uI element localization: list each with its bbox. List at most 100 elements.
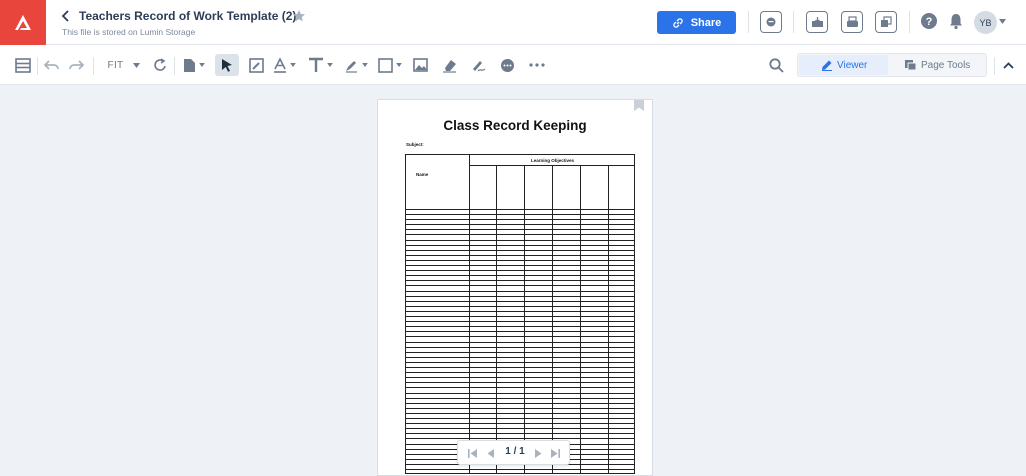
more-dots-icon (529, 63, 545, 67)
page-menu-button[interactable] (180, 55, 208, 75)
share-button[interactable]: Share (657, 11, 736, 34)
comment-icon (500, 58, 514, 72)
table-row-line (406, 214, 634, 215)
edit-pencil-icon (248, 57, 264, 73)
table-row-line (406, 469, 634, 470)
select-tool-button[interactable] (215, 54, 239, 76)
caret-down-icon (199, 63, 205, 67)
name-column-header: Name (416, 172, 429, 177)
subject-label: Subject: (406, 142, 424, 147)
save-to-cloud-button[interactable] (806, 11, 828, 33)
table-row-line (406, 280, 634, 282)
record-table: Learning Objectives Name (405, 154, 635, 474)
document-canvas[interactable]: Class Record Keeping Subject: Learning O… (0, 85, 1026, 476)
table-row-line (406, 316, 634, 317)
table-row-line (406, 412, 634, 414)
table-row-line (406, 229, 634, 231)
zoom-select[interactable]: FIT (104, 55, 144, 75)
table-row-line (406, 356, 634, 358)
redo-button[interactable] (66, 55, 86, 75)
toolbar-divider (37, 57, 38, 75)
chat-bubble-icon (766, 17, 776, 27)
back-chevron-icon[interactable] (60, 9, 72, 23)
last-page-button[interactable] (549, 447, 561, 459)
zoom-value: FIT (107, 59, 124, 71)
header-divider (793, 11, 794, 33)
text-color-tool[interactable] (272, 55, 296, 75)
pdf-page[interactable]: Class Record Keeping Subject: Learning O… (377, 99, 653, 476)
storage-note: This file is stored on Lumin Storage (62, 27, 196, 37)
first-page-button[interactable] (466, 447, 478, 459)
table-row-line (406, 402, 634, 404)
printer-icon (846, 16, 858, 27)
notification-bell-icon[interactable] (947, 12, 965, 30)
table-row-line (406, 387, 634, 389)
skip-first-icon (467, 448, 477, 458)
shape-tool[interactable] (376, 55, 404, 75)
table-row-line (406, 423, 634, 425)
copy-button[interactable] (875, 11, 897, 33)
text-icon (308, 57, 323, 72)
redo-icon (69, 60, 84, 70)
more-tools-button[interactable] (527, 55, 547, 75)
link-icon (673, 17, 683, 28)
rotate-button[interactable] (150, 55, 170, 75)
document-icon (184, 58, 195, 72)
eraser-tool-button[interactable] (439, 55, 459, 75)
signature-tool-button[interactable] (468, 55, 488, 75)
caret-down-icon (396, 63, 402, 67)
table-row-line (406, 254, 634, 256)
table-row-line (406, 351, 634, 353)
table-column-line (469, 155, 470, 473)
pencil-icon (822, 60, 832, 71)
image-icon (412, 58, 428, 72)
toolbar-divider (994, 57, 995, 75)
table-column-line (608, 166, 609, 473)
bookmark-icon[interactable] (634, 99, 644, 111)
thumbnail-panel-button[interactable] (13, 55, 33, 75)
highlight-tool[interactable] (342, 55, 370, 75)
table-column-line (524, 166, 525, 473)
collapse-toolbar-button[interactable] (999, 55, 1017, 75)
header-divider (748, 11, 749, 33)
search-icon (768, 57, 784, 73)
tab-page-tools-label: Page Tools (921, 59, 971, 71)
table-row-line (406, 300, 634, 302)
table-row-line (406, 336, 634, 338)
next-page-button[interactable] (532, 447, 544, 459)
undo-icon (44, 60, 59, 70)
table-row-line (406, 341, 634, 343)
table-header-line (406, 209, 634, 210)
svg-text:?: ? (926, 16, 933, 28)
table-row-line (406, 270, 634, 272)
table-row-line (406, 219, 634, 221)
freehand-tool-button[interactable] (246, 55, 266, 75)
table-row-line (406, 433, 634, 435)
print-button[interactable] (841, 11, 863, 33)
image-tool-button[interactable] (410, 55, 430, 75)
tab-viewer[interactable]: Viewer (799, 55, 888, 75)
lumin-logo[interactable] (0, 0, 46, 45)
lumin-logo-icon (15, 14, 31, 30)
help-icon[interactable]: ? (920, 12, 938, 30)
caret-down-icon[interactable] (999, 19, 1006, 24)
text-tool[interactable] (306, 55, 334, 75)
table-row-line (406, 234, 634, 236)
star-icon[interactable] (292, 9, 306, 23)
table-row-line (406, 367, 634, 368)
comments-button[interactable] (760, 11, 782, 33)
toolbar-divider (93, 57, 94, 75)
search-button[interactable] (766, 55, 786, 75)
rotate-icon (153, 57, 166, 71)
undo-button[interactable] (42, 55, 62, 75)
user-avatar[interactable]: YB (974, 11, 997, 34)
previous-page-button[interactable] (484, 447, 496, 459)
eraser-icon (442, 59, 456, 73)
document-title[interactable]: Teachers Record of Work Template (2) (79, 9, 296, 23)
rectangle-icon (378, 57, 393, 73)
tab-page-tools[interactable]: Page Tools (894, 55, 984, 75)
page-indicator[interactable]: 1 / 1 (500, 446, 530, 457)
comment-tool-button[interactable] (497, 55, 517, 75)
table-row-line (406, 275, 634, 277)
table-column-line (552, 166, 553, 473)
